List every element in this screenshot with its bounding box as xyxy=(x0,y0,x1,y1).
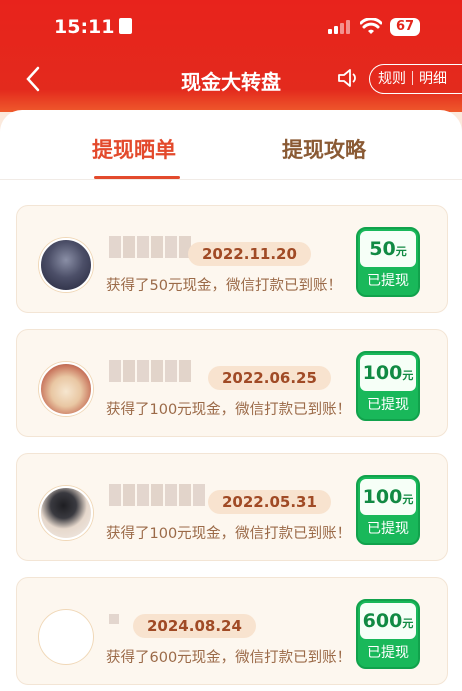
divider xyxy=(412,71,413,85)
amount-unit: 元 xyxy=(402,493,414,506)
badge-amount: 50元 xyxy=(360,231,416,267)
avatar xyxy=(39,362,93,416)
avatar xyxy=(39,486,93,540)
record-description: 获得了600元现金，微信打款已到账！ xyxy=(106,650,352,666)
avatar xyxy=(39,610,93,664)
wifi-icon xyxy=(360,18,382,34)
blurred-username xyxy=(109,484,205,506)
record-card: 2024.08.24 获得了600元现金，微信打款已到账！ 600元 已提现 xyxy=(16,577,448,685)
rules-link[interactable]: 规则 xyxy=(378,71,406,87)
amount-unit: 元 xyxy=(402,617,414,630)
clock-text: 15:11 xyxy=(54,16,115,38)
record-card: 2022.11.20 获得了50元现金，微信打款已到账！ 50元 已提现 xyxy=(16,205,448,313)
amount-unit: 元 xyxy=(395,245,407,258)
badge-status: 已提现 xyxy=(367,273,409,289)
withdraw-badge: 100元 已提现 xyxy=(356,351,420,421)
badge-amount: 600元 xyxy=(360,603,416,639)
battery-icon: 67 xyxy=(390,18,420,36)
badge-status: 已提现 xyxy=(367,645,409,661)
status-time: 15:11 xyxy=(54,16,133,38)
record-description: 获得了100元现金，微信打款已到账！ xyxy=(106,402,352,418)
sound-icon[interactable] xyxy=(336,66,360,90)
id-card-icon xyxy=(119,18,133,34)
blurred-username xyxy=(109,360,191,382)
withdraw-badge: 100元 已提现 xyxy=(356,475,420,545)
record-date: 2022.06.25 xyxy=(208,366,331,390)
signal-icon xyxy=(328,20,352,34)
amount-value: 100 xyxy=(362,486,403,508)
blurred-username xyxy=(109,608,119,630)
blurred-username xyxy=(109,236,191,258)
badge-status: 已提现 xyxy=(367,521,409,537)
top-bar: 15:11 67 现金大转盘 规则 明细 xyxy=(0,0,462,112)
record-date: 2022.05.31 xyxy=(208,490,331,514)
record-date: 2024.08.24 xyxy=(133,614,256,638)
record-card: 2022.05.31 获得了100元现金，微信打款已到账！ 100元 已提现 xyxy=(16,453,448,561)
badge-amount: 100元 xyxy=(360,479,416,515)
active-tab-indicator xyxy=(94,176,180,179)
withdraw-badge: 50元 已提现 xyxy=(356,227,420,297)
withdraw-badge: 600元 已提现 xyxy=(356,599,420,669)
amount-value: 50 xyxy=(369,238,396,260)
amount-value: 600 xyxy=(362,610,403,632)
record-description: 获得了100元现金，微信打款已到账！ xyxy=(106,526,352,542)
badge-amount: 100元 xyxy=(360,355,416,391)
record-description: 获得了50元现金，微信打款已到账！ xyxy=(106,278,342,294)
record-card: 2022.06.25 获得了100元现金，微信打款已到账！ 100元 已提现 xyxy=(16,329,448,437)
header-actions: 规则 明细 xyxy=(369,64,462,94)
record-date: 2022.11.20 xyxy=(188,242,311,266)
details-link[interactable]: 明细 xyxy=(419,71,447,87)
badge-status: 已提现 xyxy=(367,397,409,413)
content-sheet: 提现晒单 提现攻略 2022.11.20 获得了50元现金，微信打款已到账！ 5… xyxy=(0,110,462,691)
tab-withdraw-guide[interactable]: 提现攻略 xyxy=(282,134,366,164)
tab-bar: 提现晒单 提现攻略 xyxy=(0,110,462,180)
amount-value: 100 xyxy=(362,362,403,384)
tab-withdraw-showcase[interactable]: 提现晒单 xyxy=(92,134,176,164)
amount-unit: 元 xyxy=(402,369,414,382)
avatar xyxy=(39,238,93,292)
